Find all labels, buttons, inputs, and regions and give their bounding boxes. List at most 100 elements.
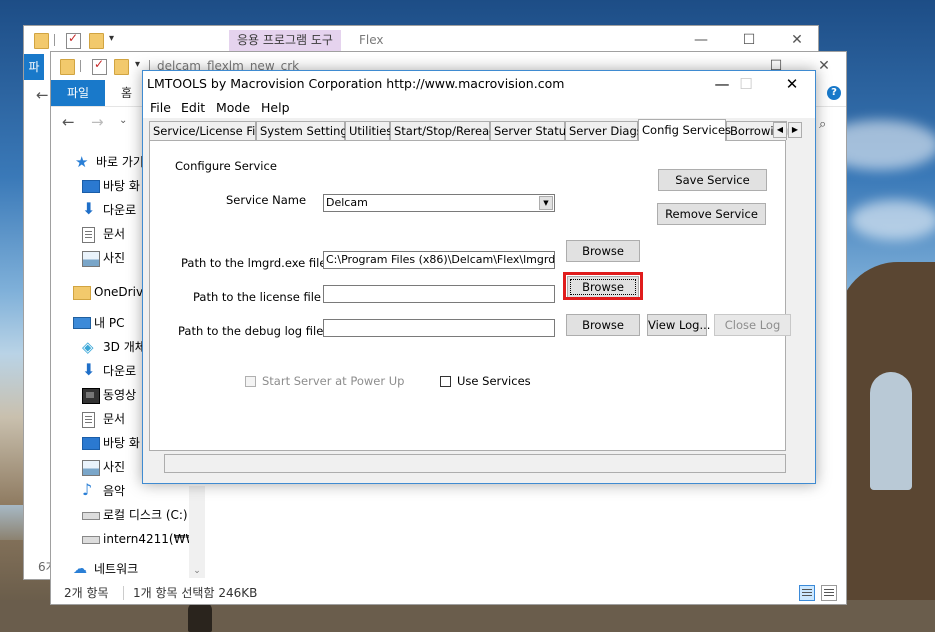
- folder-icon: [60, 59, 75, 75]
- menu-edit[interactable]: Edit: [181, 98, 205, 118]
- nav-item-label: 동영상: [103, 388, 137, 402]
- title-bar[interactable]: LMTOOLS by Macrovision Corporation http:…: [143, 71, 815, 98]
- nav-item-label: 문서: [103, 227, 126, 241]
- pc-icon: [73, 317, 91, 329]
- nav-item-label: 바탕 화: [103, 436, 140, 450]
- tab-start-stop-reread[interactable]: Start/Stop/Reread: [390, 121, 496, 140]
- close-icon[interactable]: ✕: [774, 26, 820, 54]
- back-arrow-icon[interactable]: ←: [62, 113, 75, 131]
- red-highlight-box: [563, 272, 643, 300]
- drive-icon: [82, 512, 100, 520]
- minimize-icon[interactable]: —: [678, 26, 724, 54]
- tab-scroll-left-icon[interactable]: ◀: [773, 122, 787, 138]
- forward-arrow-icon[interactable]: →: [91, 113, 104, 131]
- document-icon: [82, 227, 95, 243]
- nav-item-label: 다운로: [103, 203, 137, 217]
- browse-debug-log-button[interactable]: Browse: [566, 314, 640, 336]
- details-view-icon[interactable]: [799, 585, 815, 601]
- close-icon[interactable]: ✕: [769, 71, 815, 98]
- star-icon: ★: [75, 153, 89, 171]
- customize-toolbar-icon[interactable]: ▾: [109, 33, 114, 44]
- pictures-icon: [82, 460, 100, 476]
- tab-system-settings[interactable]: System Settings: [256, 121, 354, 140]
- maximize-icon[interactable]: ☐: [726, 26, 772, 54]
- back-arrow-icon[interactable]: ←: [36, 86, 49, 104]
- nav-item-label: 사진: [103, 460, 126, 474]
- desktop-icon: [82, 437, 100, 450]
- service-name-combo[interactable]: Delcam ▼: [323, 194, 555, 212]
- browse-lmgrd-button[interactable]: Browse: [566, 240, 640, 262]
- divider: [54, 34, 55, 46]
- new-folder-icon[interactable]: [114, 59, 129, 75]
- file-tab[interactable]: 파: [24, 54, 44, 80]
- download-icon: ⬇: [82, 199, 96, 218]
- scroll-down-icon[interactable]: ⌄: [189, 566, 205, 576]
- selection-info: 1개 항목 선택함 246KB: [133, 586, 258, 600]
- cube-icon: ◈: [82, 338, 94, 356]
- tab-strip: Service/License File System Settings Uti…: [149, 119, 788, 141]
- file-tab[interactable]: 파일: [51, 80, 105, 106]
- lmgrd-path-label: Path to the lmgrd.exe file: [181, 256, 327, 270]
- status-bar: 2개 항목 1개 항목 선택함 246KB: [51, 582, 846, 604]
- item-count: 2개 항목: [64, 586, 109, 600]
- tab-service-license-file[interactable]: Service/License File: [149, 121, 266, 140]
- remove-service-button[interactable]: Remove Service: [657, 203, 766, 225]
- debug-log-path-input[interactable]: [323, 319, 555, 337]
- nav-item-label: intern4211(₩₩i: [103, 532, 201, 546]
- large-icons-view-icon[interactable]: [821, 585, 837, 601]
- folder-icon: [34, 33, 49, 49]
- lmtools-window[interactable]: LMTOOLS by Macrovision Corporation http:…: [142, 70, 816, 484]
- tab-config-services[interactable]: Config Services: [638, 119, 731, 141]
- ribbon-context-tab[interactable]: 응용 프로그램 도구: [229, 30, 341, 51]
- license-path-input[interactable]: [323, 285, 555, 303]
- view-log-button[interactable]: View Log...: [647, 314, 710, 336]
- debug-log-path-label: Path to the debug log file: [178, 324, 324, 338]
- menu-file[interactable]: File: [150, 98, 171, 118]
- tab-scroll-right-icon[interactable]: ▶: [788, 122, 802, 138]
- dropdown-arrow-icon[interactable]: ▼: [539, 196, 553, 210]
- cloud: [850, 200, 935, 240]
- service-name-value: Delcam: [326, 196, 368, 209]
- title-bar[interactable]: ▾ 응용 프로그램 도구 Flex — ☐ ✕: [24, 26, 818, 54]
- tab-utilities[interactable]: Utilities: [345, 121, 392, 140]
- start-at-power-up-checkbox: [245, 376, 256, 387]
- nav-item[interactable]: intern4211(₩₩i: [51, 527, 201, 551]
- lmgrd-path-input[interactable]: C:\Program Files (x86)\Delcam\Flex\lmgrd…: [323, 251, 555, 269]
- nav-item-label: 다운로: [103, 364, 137, 378]
- nav-item-label: 문서: [103, 412, 126, 426]
- nav-item-label: 로컬 디스크 (C:): [103, 508, 188, 522]
- video-icon: [82, 388, 100, 404]
- menu-mode[interactable]: Mode: [216, 98, 250, 118]
- nav-scrollbar[interactable]: ⌄: [189, 486, 205, 578]
- maximize-icon: ☐: [739, 75, 753, 93]
- help-icon[interactable]: ?: [827, 86, 841, 100]
- document-icon: [82, 412, 95, 428]
- customize-toolbar-icon[interactable]: ▾: [135, 59, 140, 70]
- start-at-power-up-label: Start Server at Power Up: [262, 374, 405, 388]
- properties-icon[interactable]: [66, 31, 81, 49]
- onedrive-icon: [73, 286, 91, 300]
- menu-help[interactable]: Help: [261, 98, 290, 118]
- use-services-checkbox[interactable]: [440, 376, 451, 387]
- nav-item-label: 네트워크: [94, 562, 139, 576]
- configure-service-label: Configure Service: [175, 159, 277, 173]
- person-silhouette: [188, 602, 212, 632]
- new-folder-icon[interactable]: [89, 33, 104, 49]
- menu-bar: File Edit Mode Help: [143, 98, 815, 118]
- close-log-button: Close Log: [714, 314, 791, 336]
- divider: [123, 586, 124, 600]
- service-name-label: Service Name: [226, 193, 307, 207]
- properties-icon[interactable]: [92, 57, 107, 75]
- nav-item[interactable]: 로컬 디스크 (C:): [51, 503, 189, 527]
- nav-item-label: 3D 개체: [103, 340, 146, 354]
- nav-item[interactable]: ☁ 네트워크: [51, 557, 189, 578]
- divider: [80, 60, 81, 72]
- tab-server-diags[interactable]: Server Diags: [565, 121, 643, 140]
- recent-locations-icon[interactable]: ⌄: [119, 115, 127, 126]
- tab-home[interactable]: 홈: [121, 80, 132, 106]
- search-icon[interactable]: ⌕: [819, 117, 833, 132]
- nav-item-label: 음악: [103, 484, 126, 498]
- rock-arch-opening: [870, 372, 912, 490]
- save-service-button[interactable]: Save Service: [658, 169, 767, 191]
- tab-server-status[interactable]: Server Status: [490, 121, 572, 140]
